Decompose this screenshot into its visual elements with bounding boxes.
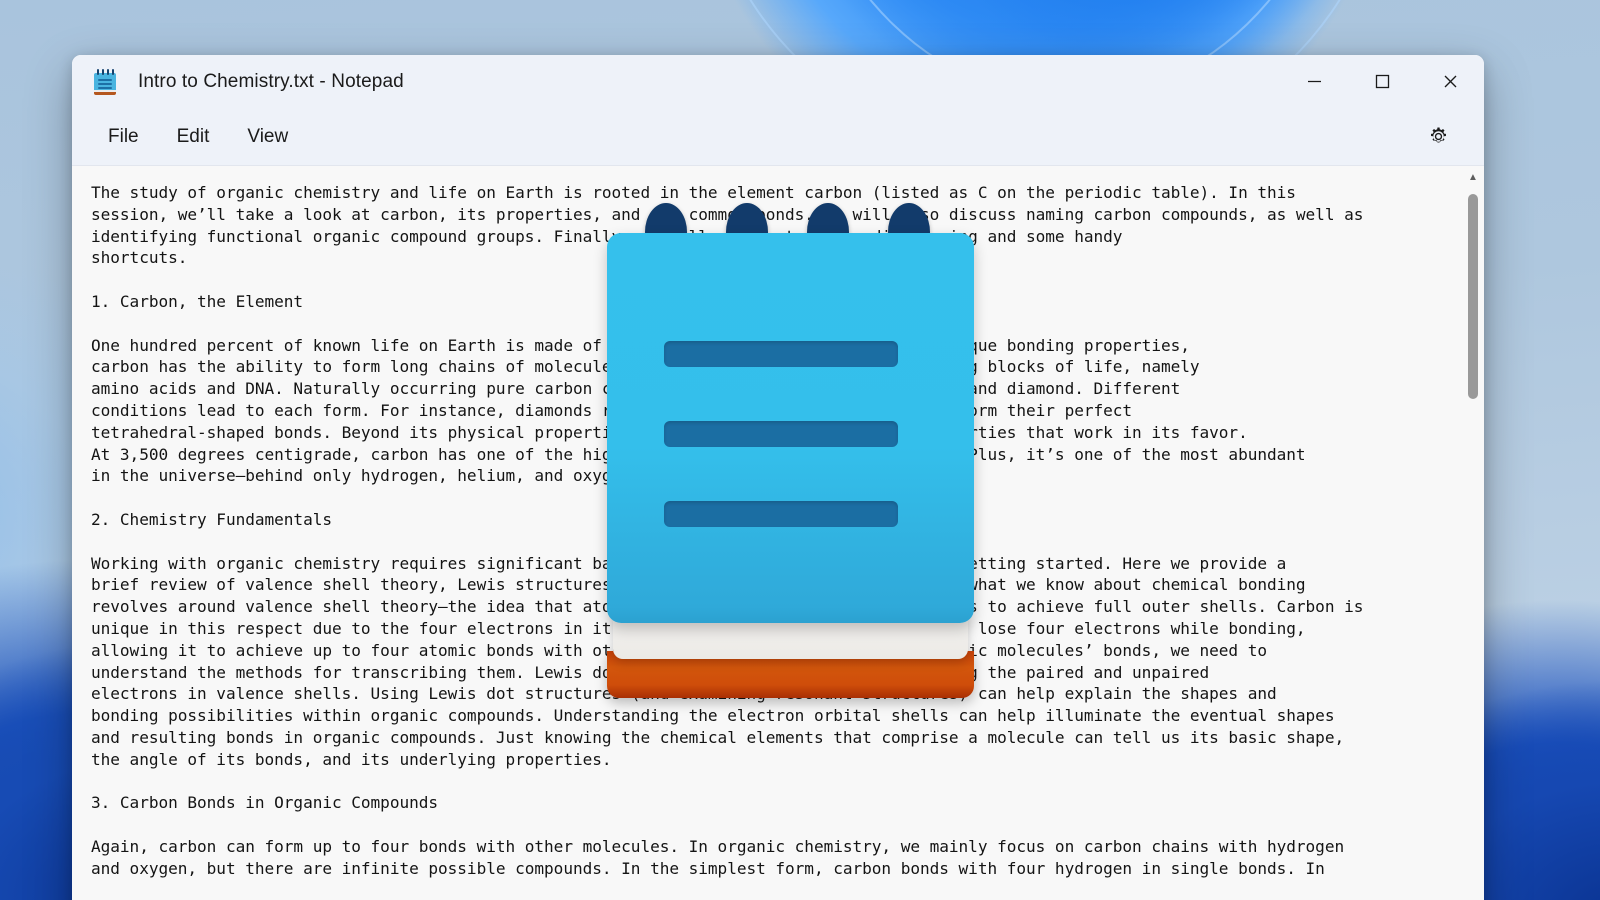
minimize-button[interactable]: [1280, 55, 1348, 108]
window-title: Intro to Chemistry.txt - Notepad: [138, 70, 404, 92]
menu-file[interactable]: File: [94, 120, 153, 154]
gear-icon: [1430, 127, 1446, 143]
text-editor[interactable]: The study of organic chemistry and life …: [72, 166, 1462, 900]
notepad-icon: [94, 68, 116, 95]
menu-edit[interactable]: Edit: [163, 120, 224, 154]
close-button[interactable]: [1416, 55, 1484, 108]
settings-button[interactable]: [1420, 119, 1456, 155]
menu-view[interactable]: View: [233, 120, 302, 154]
editor-area: The study of organic chemistry and life …: [72, 166, 1484, 900]
window-controls: [1280, 55, 1484, 108]
scrollbar-thumb[interactable]: [1468, 194, 1478, 399]
maximize-button[interactable]: [1348, 55, 1416, 108]
desktop-background: Intro to Chemistry.txt - Notepad File Ed…: [0, 0, 1600, 900]
vertical-scrollbar[interactable]: ▲ ▼: [1462, 166, 1484, 900]
notepad-window: Intro to Chemistry.txt - Notepad File Ed…: [72, 55, 1484, 900]
title-bar[interactable]: Intro to Chemistry.txt - Notepad: [72, 55, 1484, 108]
menu-bar: File Edit View: [72, 108, 1484, 166]
scroll-up-arrow[interactable]: ▲: [1462, 168, 1484, 186]
close-icon: [1444, 75, 1456, 88]
minimize-icon: [1307, 80, 1321, 83]
maximize-icon: [1375, 74, 1389, 89]
